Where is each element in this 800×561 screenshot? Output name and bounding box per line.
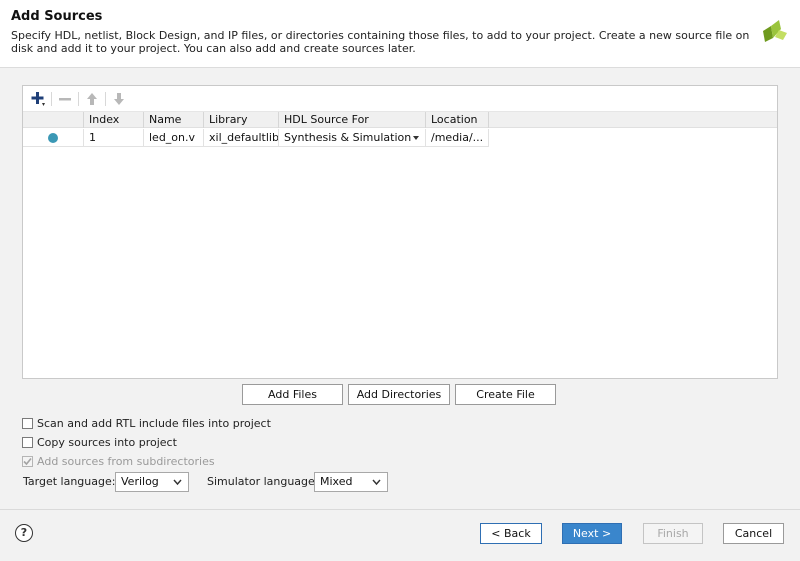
toolbar-separator [105,92,106,106]
xilinx-logo-icon [763,20,787,42]
arrow-down-icon [114,93,124,105]
status-cell [23,129,84,147]
target-language-label: Target language: [23,475,116,488]
column-header-name[interactable]: Name [144,112,204,128]
copy-sources-label: Copy sources into project [37,435,177,449]
move-down-button[interactable] [109,90,129,108]
add-files-button[interactable]: Add Files [242,384,343,405]
target-language-value: Verilog [121,475,159,488]
index-cell: 1 [84,129,144,147]
column-header-location[interactable]: Location [426,112,489,128]
back-button[interactable]: < Back [480,523,542,544]
page-description: Specify HDL, netlist, Block Design, and … [11,29,750,55]
add-directories-button[interactable]: Add Directories [348,384,450,405]
add-subdirs-option: Add sources from subdirectories [22,454,215,468]
scan-rtl-option[interactable]: Scan and add RTL include files into proj… [22,416,271,430]
arrow-up-icon [87,93,97,105]
checkmark-icon [23,457,32,465]
toolbar-separator [51,92,52,106]
remove-button[interactable] [55,90,75,108]
page-title: Add Sources [11,9,103,24]
add-subdirs-checkbox [22,455,33,467]
cancel-button[interactable]: Cancel [723,523,784,544]
copy-sources-checkbox[interactable] [22,436,33,448]
scan-rtl-label: Scan and add RTL include files into proj… [37,416,271,430]
hdl-source-for-value: Synthesis & Simulation [284,131,412,144]
column-header-status [23,112,84,128]
chevron-down-icon [173,479,182,486]
simulator-language-value: Mixed [320,475,353,488]
copy-sources-option[interactable]: Copy sources into project [22,435,177,449]
target-language-select[interactable]: Verilog [115,472,189,492]
finish-button: Finish [643,523,703,544]
chevron-down-icon [372,479,381,486]
next-button[interactable]: Next > [562,523,622,544]
status-dot-icon [48,133,58,143]
dialog-header: Add Sources Specify HDL, netlist, Block … [0,0,800,68]
help-icon[interactable]: ? [15,524,33,542]
toolbar-separator [78,92,79,106]
add-button[interactable] [28,90,48,108]
sources-toolbar [23,86,777,112]
table-header: Index Name Library HDL Source For Locati… [23,112,777,128]
hdl-source-for-dropdown[interactable]: Synthesis & Simulation [279,129,426,147]
minus-icon [59,98,71,101]
sources-panel: Index Name Library HDL Source For Locati… [22,85,778,379]
column-header-hdl-source-for[interactable]: HDL Source For [279,112,426,128]
chevron-down-icon [413,136,419,140]
column-header-index[interactable]: Index [84,112,144,128]
name-cell: led_on.v [144,129,204,147]
simulator-language-select[interactable]: Mixed [314,472,388,492]
library-cell[interactable]: xil_defaultlib [204,129,279,147]
column-header-library[interactable]: Library [204,112,279,128]
location-cell: /media/... [426,129,489,147]
scan-rtl-checkbox[interactable] [22,417,33,429]
plus-icon [31,92,45,106]
table-row[interactable]: 1 led_on.v xil_defaultlib Synthesis & Si… [23,129,489,147]
add-subdirs-label: Add sources from subdirectories [37,454,215,468]
simulator-language-label: Simulator language: [207,475,319,488]
create-file-button[interactable]: Create File [455,384,556,405]
move-up-button[interactable] [82,90,102,108]
